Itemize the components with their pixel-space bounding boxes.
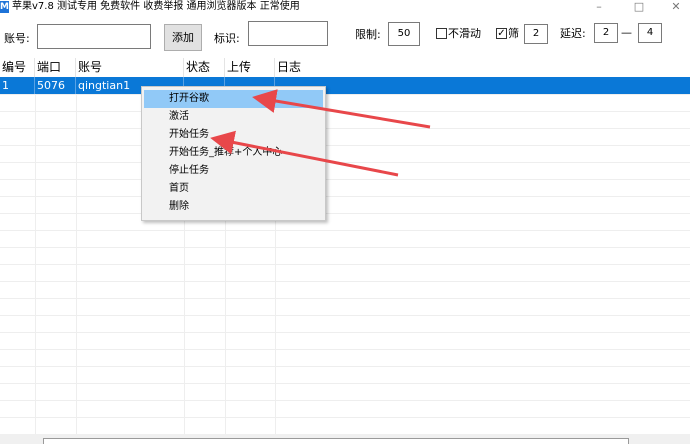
limit-label: 限制:: [355, 28, 381, 41]
grid-row-line: [0, 264, 690, 265]
apple-icon: M: [0, 1, 9, 13]
menu-item-start-task-recommend[interactable]: 开始任务_推荐+个人中心: [144, 144, 323, 162]
tag-label: 标识:: [214, 32, 240, 45]
grid-row-line: [0, 213, 690, 214]
context-menu: 打开谷歌 激活 开始任务 开始任务_推荐+个人中心 停止任务 首页 删除: [141, 86, 326, 221]
grid-row-line: [0, 315, 690, 316]
column-header-id[interactable]: 编号: [0, 58, 35, 77]
delay-max-input[interactable]: 4: [638, 23, 662, 43]
cell-id: 1: [0, 77, 35, 94]
grid-row-line: [0, 145, 690, 146]
grid-row-line: [0, 128, 690, 129]
log-input[interactable]: [43, 438, 629, 444]
grid-row-line: [0, 366, 690, 367]
menu-item-open-chrome[interactable]: 打开谷歌: [144, 90, 323, 108]
column-header-log[interactable]: 日志: [275, 58, 690, 77]
filter-input[interactable]: 2: [524, 24, 548, 44]
grid-row-line: [0, 332, 690, 333]
menu-item-start-task[interactable]: 开始任务: [144, 126, 323, 144]
column-header-status[interactable]: 状态: [184, 58, 225, 77]
minimize-icon[interactable]: –: [585, 0, 613, 16]
grid-row-line: [0, 111, 690, 112]
grid-column-line: [76, 94, 77, 434]
grid-row-line: [0, 298, 690, 299]
menu-item-home[interactable]: 首页: [144, 180, 323, 198]
add-button[interactable]: 添加: [164, 24, 202, 51]
menu-item-stop-task[interactable]: 停止任务: [144, 162, 323, 180]
no-scroll-checkbox[interactable]: [436, 28, 447, 39]
grid-row-line: [0, 162, 690, 163]
grid-row-line: [0, 230, 690, 231]
delay-label: 延迟:: [560, 27, 586, 40]
tag-input[interactable]: [248, 21, 328, 46]
add-button-label: 添加: [172, 31, 194, 44]
cell-log: [275, 77, 690, 94]
grid-row-line: [0, 400, 690, 401]
grid-row-line: [0, 196, 690, 197]
cell-port: 5076: [35, 77, 76, 94]
grid-row-line: [0, 247, 690, 248]
account-input[interactable]: [37, 24, 151, 49]
close-icon[interactable]: ✕: [662, 0, 690, 16]
column-header-port[interactable]: 端口: [35, 58, 76, 77]
grid-row-line: [0, 417, 690, 418]
grid-row-line: [0, 349, 690, 350]
grid-row-line: [0, 94, 690, 95]
title-bar: M 苹果v7.8 测试专用 免费软件 收费举报 通用浏览器版本 正常使用 – □…: [0, 0, 690, 16]
grid-row-line: [0, 179, 690, 180]
grid-header: 编号 端口 账号 状态 上传 日志: [0, 58, 690, 77]
filter-label: 筛: [508, 27, 519, 40]
column-header-upload[interactable]: 上传: [225, 58, 275, 77]
maximize-icon[interactable]: □: [625, 0, 653, 16]
grid-row-line: [0, 281, 690, 282]
grid-column-line: [35, 94, 36, 434]
filter-checkbox[interactable]: ✓: [496, 28, 507, 39]
delay-min-input[interactable]: 2: [594, 23, 618, 43]
no-scroll-label: 不滑动: [448, 27, 481, 40]
delay-separator: —: [621, 26, 632, 39]
grid-row-line: [0, 383, 690, 384]
account-grid: 编号 端口 账号 状态 上传 日志 1 5076 qingtian1: [0, 58, 690, 434]
menu-item-delete[interactable]: 删除: [144, 198, 323, 216]
limit-input[interactable]: 50: [388, 22, 420, 46]
table-row[interactable]: 1 5076 qingtian1: [0, 77, 690, 94]
window-title: 苹果v7.8 测试专用 免费软件 收费举报 通用浏览器版本 正常使用: [12, 1, 300, 12]
menu-item-activate[interactable]: 激活: [144, 108, 323, 126]
account-label: 账号:: [4, 32, 30, 45]
column-header-account[interactable]: 账号: [76, 58, 184, 77]
